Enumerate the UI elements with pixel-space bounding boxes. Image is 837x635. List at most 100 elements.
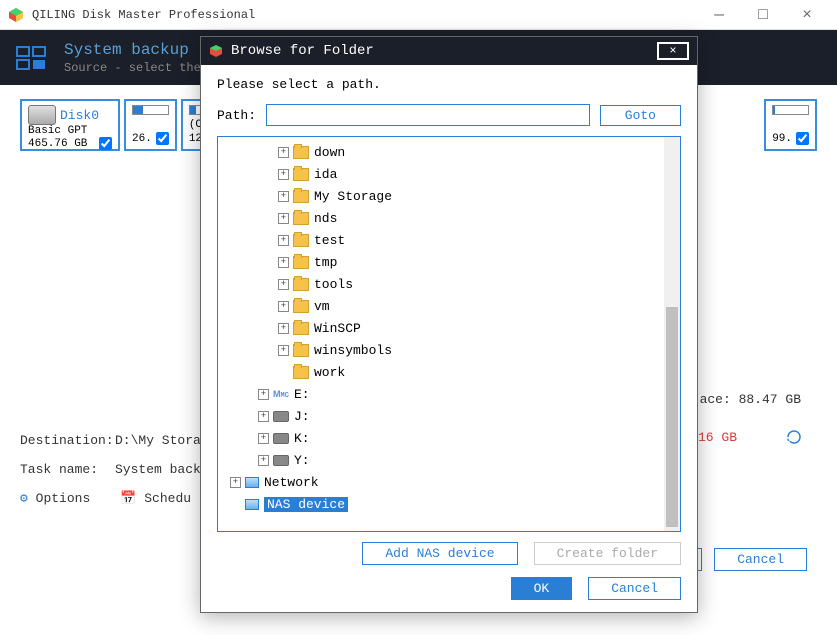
- task-name-label: Task name:: [20, 462, 115, 477]
- scrollbar-thumb[interactable]: [666, 307, 678, 527]
- tree-node-label: nds: [314, 211, 337, 226]
- folder-icon: [293, 168, 309, 181]
- calendar-icon: 📅: [120, 491, 136, 506]
- tree-node-label: Network: [264, 475, 319, 490]
- expand-icon[interactable]: +: [278, 257, 289, 268]
- options-link[interactable]: ⚙ Options: [20, 491, 90, 506]
- expand-icon[interactable]: +: [278, 191, 289, 202]
- folder-icon: [293, 366, 309, 379]
- window-maximize-button[interactable]: □: [741, 1, 785, 29]
- tree-node-label: Y:: [294, 453, 310, 468]
- drive-icon: [273, 455, 289, 466]
- window-title: QILING Disk Master Professional: [32, 8, 697, 22]
- network-icon: [245, 477, 259, 488]
- folder-icon: [293, 300, 309, 313]
- tree-node[interactable]: NAS device: [222, 493, 676, 515]
- cd-drive-icon: MMC: [273, 389, 289, 400]
- tree-node-label: down: [314, 145, 345, 160]
- cancel-button[interactable]: Cancel: [588, 577, 681, 600]
- expand-icon[interactable]: +: [278, 147, 289, 158]
- create-folder-button: Create folder: [534, 542, 681, 565]
- hdd-icon: [28, 105, 56, 125]
- expand-icon[interactable]: +: [258, 455, 269, 466]
- tree-node-label: K:: [294, 431, 310, 446]
- tree-node-label: NAS device: [264, 497, 348, 512]
- tree-node[interactable]: + nds: [222, 207, 676, 229]
- partition-checkbox[interactable]: [156, 132, 169, 145]
- dialog-title-bar: Browse for Folder ×: [201, 37, 697, 65]
- expand-icon[interactable]: +: [258, 389, 269, 400]
- goto-button[interactable]: Goto: [600, 105, 681, 126]
- partition-card[interactable]: 26.: [124, 99, 177, 151]
- expand-icon[interactable]: +: [258, 433, 269, 444]
- header-subtitle: Source - select the: [64, 61, 201, 75]
- tree-node-label: tools: [314, 277, 353, 292]
- expand-icon[interactable]: +: [278, 323, 289, 334]
- disk-card-disk0[interactable]: Disk0 Basic GPT 465.76 GB: [20, 99, 120, 151]
- folder-icon: [293, 322, 309, 335]
- tree-node[interactable]: +vm: [222, 295, 676, 317]
- tree-node[interactable]: + winsymbols: [222, 339, 676, 361]
- tree-node[interactable]: + tools: [222, 273, 676, 295]
- tree-node[interactable]: + Y:: [222, 449, 676, 471]
- expand-icon[interactable]: +: [278, 345, 289, 356]
- window-close-button[interactable]: ×: [785, 1, 829, 29]
- tree-node[interactable]: + K:: [222, 427, 676, 449]
- folder-icon: [293, 344, 309, 357]
- add-nas-button[interactable]: Add NAS device: [362, 542, 517, 565]
- tree-node[interactable]: +J:: [222, 405, 676, 427]
- title-bar: QILING Disk Master Professional — □ ×: [0, 0, 837, 30]
- window-minimize-button[interactable]: —: [697, 1, 741, 29]
- tree-node[interactable]: + test: [222, 229, 676, 251]
- disk-title: Disk0: [60, 108, 99, 123]
- destination-label: Destination:: [20, 433, 115, 448]
- tree-node[interactable]: +MMCE:: [222, 383, 676, 405]
- tree-node[interactable]: + My Storage: [222, 185, 676, 207]
- expand-icon[interactable]: +: [230, 477, 241, 488]
- disk-checkbox[interactable]: [99, 137, 112, 150]
- tree-node[interactable]: + ida: [222, 163, 676, 185]
- partition-checkbox[interactable]: [796, 132, 809, 145]
- network-icon: [245, 499, 259, 510]
- app-logo-icon: [8, 7, 24, 23]
- tree-node-label: winsymbols: [314, 343, 392, 358]
- drive-icon: [273, 411, 289, 422]
- expand-icon[interactable]: +: [278, 169, 289, 180]
- expand-icon[interactable]: +: [278, 235, 289, 246]
- folder-icon: [293, 278, 309, 291]
- tree-node-label: ida: [314, 167, 337, 182]
- folder-icon: [293, 256, 309, 269]
- tree-node[interactable]: + down: [222, 141, 676, 163]
- path-input[interactable]: [266, 104, 590, 126]
- folder-tree: +down+ida+My Storage+nds+test+tmp+tools+…: [217, 136, 681, 532]
- schedule-link[interactable]: 📅 Schedu: [120, 491, 191, 506]
- expand-icon[interactable]: +: [278, 213, 289, 224]
- expand-icon[interactable]: +: [278, 301, 289, 312]
- tree-node-label: work: [314, 365, 345, 380]
- dialog-close-button[interactable]: ×: [657, 42, 689, 60]
- expand-icon[interactable]: +: [258, 411, 269, 422]
- scrollbar[interactable]: [664, 137, 680, 531]
- main-cancel-button[interactable]: Cancel: [714, 548, 807, 571]
- backup-icon: [16, 46, 46, 70]
- drive-icon: [273, 433, 289, 444]
- partition-pct: 26.: [132, 133, 152, 145]
- tree-node-label: tmp: [314, 255, 337, 270]
- tree-node[interactable]: + tmp: [222, 251, 676, 273]
- tree-node-label: My Storage: [314, 189, 392, 204]
- tree-node-label: WinSCP: [314, 321, 361, 336]
- tree-node[interactable]: + Network: [222, 471, 676, 493]
- gear-icon: ⚙: [20, 491, 28, 506]
- path-label: Path:: [217, 108, 256, 123]
- ok-button[interactable]: OK: [511, 577, 573, 600]
- tree-node[interactable]: work: [222, 361, 676, 383]
- disk-type: Basic GPT: [28, 125, 112, 137]
- folder-icon: [293, 190, 309, 203]
- partition-pct: 99.: [772, 133, 792, 145]
- tree-node-label: test: [314, 233, 345, 248]
- browse-folder-dialog: Browse for Folder × Please select a path…: [200, 36, 698, 613]
- disk-size: 465.76 GB: [28, 138, 87, 150]
- partition-card[interactable]: 99.: [764, 99, 817, 151]
- tree-node[interactable]: + WinSCP: [222, 317, 676, 339]
- expand-icon[interactable]: +: [278, 279, 289, 290]
